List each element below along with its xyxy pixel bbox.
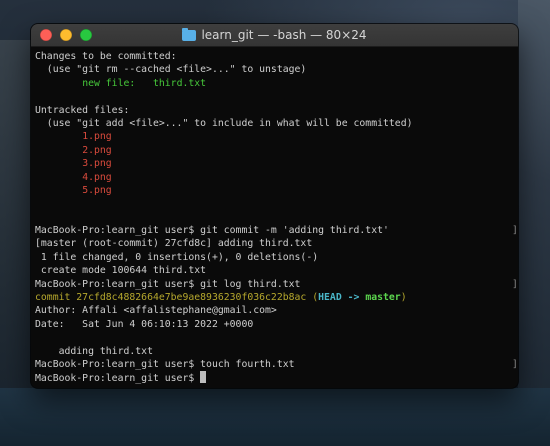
branch-ref: master (365, 292, 401, 304)
staged-hint: (use "git rm --cached <file>..." to unst… (35, 64, 307, 76)
commit-command-line: MacBook-Pro:learn_git user$ git commit -… (35, 224, 518, 237)
head-ref: HEAD -> (318, 292, 366, 304)
log-commit-line: commit 27cfd8c4882664e7be9ae8936230f036c… (35, 292, 407, 304)
wallpaper-sea (0, 388, 550, 446)
shell-prompt: MacBook-Pro:learn_git user$ (35, 278, 201, 290)
command-text: git commit -m 'adding third.txt' (200, 225, 389, 237)
window-title: learn_git — -bash — 80×24 (201, 28, 367, 42)
touch-command-line: MacBook-Pro:learn_git user$ touch fourth… (35, 358, 518, 371)
untracked-file: 2.png (82, 144, 112, 156)
title-bar[interactable]: learn_git — -bash — 80×24 (31, 24, 518, 47)
untracked-file: 1.png (82, 131, 112, 143)
window-title-area: learn_git — -bash — 80×24 (31, 24, 518, 46)
commit-output-line: 1 file changed, 0 insertions(+), 0 delet… (35, 251, 319, 263)
terminal-window: learn_git — -bash — 80×24 Changes to be … (31, 24, 518, 388)
log-message-line: adding third.txt (35, 345, 153, 357)
shell-prompt: MacBook-Pro:learn_git user$ (35, 358, 201, 370)
commit-output-line: create mode 100644 third.txt (35, 265, 207, 277)
shell-prompt: MacBook-Pro:learn_git user$ (35, 225, 201, 237)
untracked-file: 5.png (82, 184, 112, 196)
terminal-output[interactable]: Changes to be committed: (use "git rm --… (31, 47, 518, 388)
untracked-header: Untracked files: (35, 104, 130, 116)
untracked-hint: (use "git add <file>..." to include in w… (35, 117, 413, 129)
line-bracket: ] (512, 225, 518, 237)
command-text: git log third.txt (200, 278, 301, 290)
staged-entry: new file: third.txt (35, 77, 518, 90)
log-command-line: MacBook-Pro:learn_git user$ git log thir… (35, 278, 518, 291)
untracked-file: 3.png (82, 158, 112, 170)
shell-prompt: MacBook-Pro:learn_git user$ (35, 373, 201, 385)
staged-file: third.txt (152, 77, 207, 89)
command-text: touch fourth.txt (200, 358, 295, 370)
staged-header: Changes to be committed: (35, 51, 177, 62)
line-bracket: ] (512, 358, 518, 370)
commit-output-line: [master (root-commit) 27cfd8c] adding th… (35, 238, 313, 250)
untracked-file: 4.png (82, 171, 112, 183)
wallpaper-ridge-right (518, 0, 550, 446)
log-date-line: Date: Sat Jun 4 06:10:13 2022 +0000 (35, 318, 254, 330)
text-cursor (200, 371, 207, 384)
folder-icon (182, 27, 197, 41)
staged-label: new file: (82, 77, 136, 89)
commit-hash: commit 27cfd8c4882664e7be9ae8936230f036c… (35, 292, 307, 304)
current-prompt-line[interactable]: MacBook-Pro:learn_git user$ (35, 371, 518, 384)
log-author-line: Author: Affali <affalistephane@gmail.com… (35, 305, 277, 317)
line-bracket: ] (512, 278, 518, 290)
